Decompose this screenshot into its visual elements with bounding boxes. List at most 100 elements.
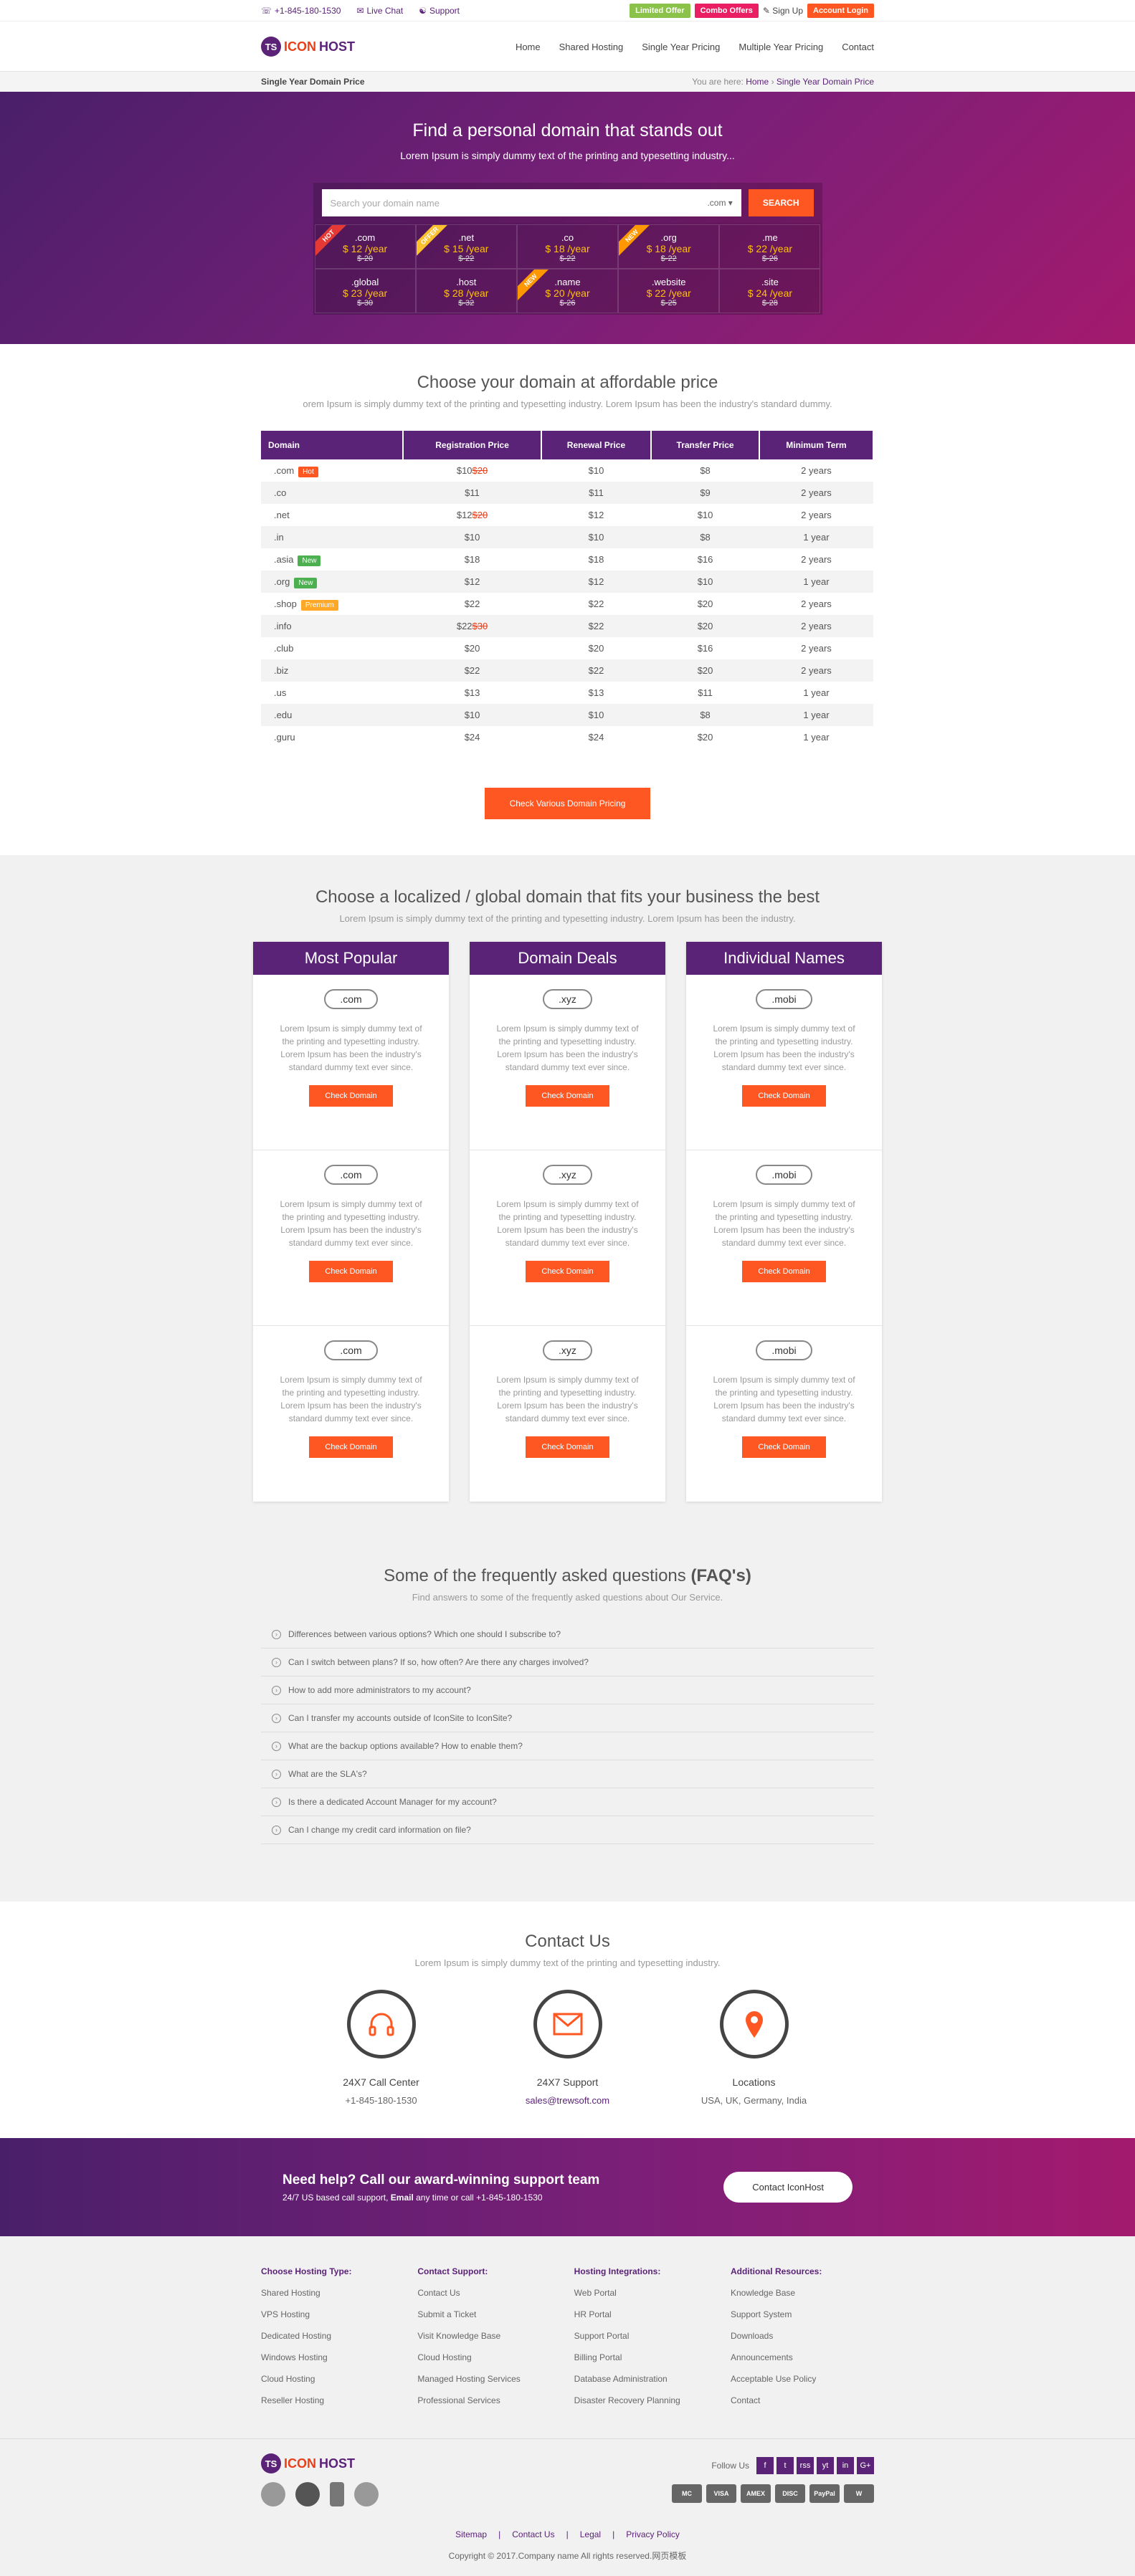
tld-price-cell[interactable]: NEW .org $ 18 /year $-22	[618, 224, 720, 269]
check-domain-button[interactable]: Check Domain	[309, 1261, 393, 1282]
tld-price-cell[interactable]: .global $ 23 /year $-30	[314, 269, 416, 313]
combo-offers-button[interactable]: Combo Offers	[694, 4, 759, 18]
nav-item-1[interactable]: Shared Hosting	[559, 42, 624, 52]
youtube-icon[interactable]: yt	[817, 2457, 834, 2474]
faq-item[interactable]: › Can I switch between plans? If so, how …	[261, 1649, 874, 1676]
footer-link[interactable]: Managed Hosting Services	[417, 2374, 561, 2395]
minimum-term: 2 years	[801, 554, 832, 565]
search-button[interactable]: SEARCH	[748, 189, 814, 216]
domain-search-input[interactable]: Search your domain name .com ▾	[321, 189, 741, 216]
footer-link[interactable]: Visit Knowledge Base	[417, 2331, 561, 2352]
faq-item[interactable]: › Is there a dedicated Account Manager fo…	[261, 1788, 874, 1816]
check-domain-button[interactable]: Check Domain	[526, 1085, 609, 1107]
check-domain-button[interactable]: Check Domain	[742, 1436, 826, 1458]
bottom-link[interactable]: Contact Us	[512, 2529, 554, 2539]
paypal-icon: PayPal	[809, 2484, 840, 2503]
sign-up-link[interactable]: ✎ Sign Up	[763, 6, 803, 16]
footer-link[interactable]: Windows Hosting	[261, 2352, 404, 2374]
footer-link[interactable]: Cloud Hosting	[261, 2374, 404, 2395]
google-plus-icon[interactable]: G+	[857, 2457, 874, 2474]
facebook-icon[interactable]: f	[756, 2457, 774, 2474]
check-domain-button[interactable]: Check Domain	[526, 1436, 609, 1458]
footer-link[interactable]: VPS Hosting	[261, 2309, 404, 2331]
footer-link[interactable]: Database Administration	[574, 2374, 718, 2395]
tld-price-cell[interactable]: .co $ 18 /year $-22	[516, 224, 619, 269]
faq-item[interactable]: › Can I transfer my accounts outside of I…	[261, 1704, 874, 1732]
account-login-button[interactable]: Account Login	[807, 4, 874, 18]
tld-price-cell[interactable]: .me $ 22 /year $-26	[719, 224, 821, 269]
footer-link[interactable]: Professional Services	[417, 2395, 561, 2417]
faq-item[interactable]: › Differences between various options? Wh…	[261, 1621, 874, 1649]
nav-item-4[interactable]: Contact	[842, 42, 874, 52]
footer-link[interactable]: Contact	[731, 2395, 874, 2417]
contact-value[interactable]: sales@trewsoft.com	[496, 2095, 640, 2106]
tld-price-cell[interactable]: OFFER .net $ 15 /year $-22	[415, 224, 517, 269]
footer-link[interactable]: Downloads	[731, 2331, 874, 2352]
limited-offer-button[interactable]: Limited Offer	[630, 4, 690, 18]
footer-link[interactable]: Support Portal	[574, 2331, 718, 2352]
table-row: .asia New $18 $18 $16 2 years	[261, 548, 873, 571]
tld-price-cell[interactable]: NEW .name $ 20 /year $-26	[516, 269, 619, 313]
faq-item[interactable]: › What are the backup options available? …	[261, 1732, 874, 1760]
table-row: .shop Premium $22 $22 $20 2 years	[261, 593, 873, 615]
bottom-link[interactable]: Privacy Policy	[626, 2529, 680, 2539]
trophy-icon	[330, 2482, 344, 2506]
pricing-table: Domain Registration Price Renewal Price Tra…	[261, 431, 874, 748]
check-pricing-button[interactable]: Check Various Domain Pricing	[484, 788, 651, 819]
old-price: $30	[472, 621, 488, 631]
nav-item-0[interactable]: Home	[516, 42, 541, 52]
linkedin-icon[interactable]: in	[837, 2457, 854, 2474]
footer-link[interactable]: HR Portal	[574, 2309, 718, 2331]
site-logo[interactable]: TS ICON HOST	[261, 37, 355, 57]
tld-select[interactable]: .com ▾	[707, 198, 732, 208]
support-link[interactable]: ☯ Support	[419, 6, 460, 16]
footer-link[interactable]: Dedicated Hosting	[261, 2331, 404, 2352]
footer-logo[interactable]: TS ICON HOST	[261, 2453, 379, 2474]
check-domain-button[interactable]: Check Domain	[742, 1261, 826, 1282]
footer-link[interactable]: Knowledge Base	[731, 2288, 874, 2309]
check-domain-button[interactable]: Check Domain	[309, 1085, 393, 1107]
contact-item: Locations USA, UK, Germany, India	[683, 1990, 826, 2106]
faq-item[interactable]: › What are the SLA's?	[261, 1760, 874, 1788]
faq-item[interactable]: › Can I change my credit card information…	[261, 1816, 874, 1844]
tld-price-cell[interactable]: .website $ 22 /year $-25	[618, 269, 720, 313]
nav-item-2[interactable]: Single Year Pricing	[642, 42, 720, 52]
rss-icon[interactable]: rss	[797, 2457, 814, 2474]
tld-price-cell[interactable]: .site $ 24 /year $-28	[719, 269, 821, 313]
check-domain-button[interactable]: Check Domain	[309, 1436, 393, 1458]
domain-description: Lorem Ipsum is simply dummy text of the …	[713, 1199, 855, 1248]
contact-iconhost-button[interactable]: Contact IconHost	[723, 2172, 853, 2203]
table-header: Transfer Price	[651, 431, 760, 459]
footer-link[interactable]: Web Portal	[574, 2288, 718, 2309]
tld-price-cell[interactable]: HOT .com $ 12 /year $-20	[314, 224, 416, 269]
live-chat-link[interactable]: ✉ Live Chat	[356, 6, 403, 16]
footer-link[interactable]: Support System	[731, 2309, 874, 2331]
table-row: .in $10 $10 $8 1 year	[261, 526, 873, 548]
hero-section: Find a personal domain that stands out L…	[0, 92, 1135, 344]
footer-link[interactable]: Submit a Ticket	[417, 2309, 561, 2331]
registration-price-cell: $13	[403, 682, 541, 704]
contact-title: Locations	[732, 2076, 776, 2088]
check-domain-button[interactable]: Check Domain	[526, 1261, 609, 1282]
faq-item[interactable]: › How to add more administrators to my ac…	[261, 1676, 874, 1704]
phone-link[interactable]: ☏ +1-845-180-1530	[261, 6, 341, 16]
tld-price-cell[interactable]: .host $ 28 /year $-32	[415, 269, 517, 313]
registration-price-cell: $24	[403, 726, 541, 748]
footer-link[interactable]: Announcements	[731, 2352, 874, 2374]
breadcrumb-home[interactable]: Home	[746, 77, 769, 87]
bottom-link[interactable]: Sitemap	[455, 2529, 487, 2539]
nav-item-3[interactable]: Multiple Year Pricing	[739, 42, 823, 52]
footer-link[interactable]: Acceptable Use Policy	[731, 2374, 874, 2395]
footer-link[interactable]: Disaster Recovery Planning	[574, 2395, 718, 2417]
footer-link[interactable]: Reseller Hosting	[261, 2395, 404, 2417]
twitter-icon[interactable]: t	[777, 2457, 794, 2474]
footer-link[interactable]: Cloud Hosting	[417, 2352, 561, 2374]
minimum-term: 1 year	[759, 526, 873, 548]
registration-price-cell: $12$20	[403, 504, 541, 526]
check-domain-button[interactable]: Check Domain	[742, 1085, 826, 1107]
footer-link[interactable]: Billing Portal	[574, 2352, 718, 2374]
footer-link[interactable]: Shared Hosting	[261, 2288, 404, 2309]
footer-link[interactable]: Contact Us	[417, 2288, 561, 2309]
bottom-link[interactable]: Legal	[580, 2529, 601, 2539]
tld-price: $ 23 /year	[342, 287, 388, 299]
